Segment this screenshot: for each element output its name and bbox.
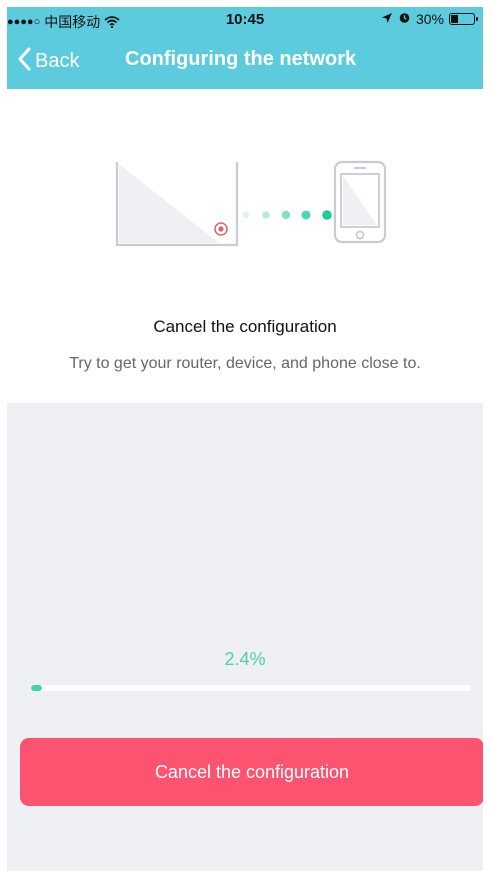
router-phone-illustration — [115, 157, 397, 247]
back-label: Back — [35, 50, 80, 72]
phone-icon — [333, 160, 387, 244]
progress-panel: 2.4% Cancel the configuration — [7, 403, 483, 871]
connection-dots — [242, 210, 332, 220]
header: ●●●●○ 中国移动 10:45 30% Back Configuring th… — [7, 7, 483, 89]
page-title: Configuring the network — [125, 48, 357, 70]
app-screen: ●●●●○ 中国移动 10:45 30% Back Configuring th… — [7, 7, 483, 871]
cancel-button[interactable]: Cancel the configuration — [20, 738, 483, 806]
status-right: 30% — [381, 11, 478, 27]
battery-percent: 30% — [415, 11, 444, 27]
back-button[interactable]: Back — [17, 47, 79, 76]
progress-bar — [31, 685, 471, 691]
battery-icon — [449, 13, 478, 25]
chevron-left-icon — [17, 47, 31, 76]
location-arrow-icon — [381, 11, 393, 27]
router-icon — [115, 162, 239, 247]
battery-level — [451, 15, 458, 23]
progress-fill — [31, 685, 42, 691]
status-subtitle: Try to get your router, device, and phon… — [69, 355, 421, 372]
alarm-icon — [398, 11, 411, 27]
progress-percent: 2.4% — [224, 649, 266, 669]
nav-bar: Back Configuring the network — [7, 33, 483, 89]
status-title: Cancel the configuration — [153, 317, 337, 336]
status-bar: ●●●●○ 中国移动 10:45 30% — [7, 7, 483, 33]
